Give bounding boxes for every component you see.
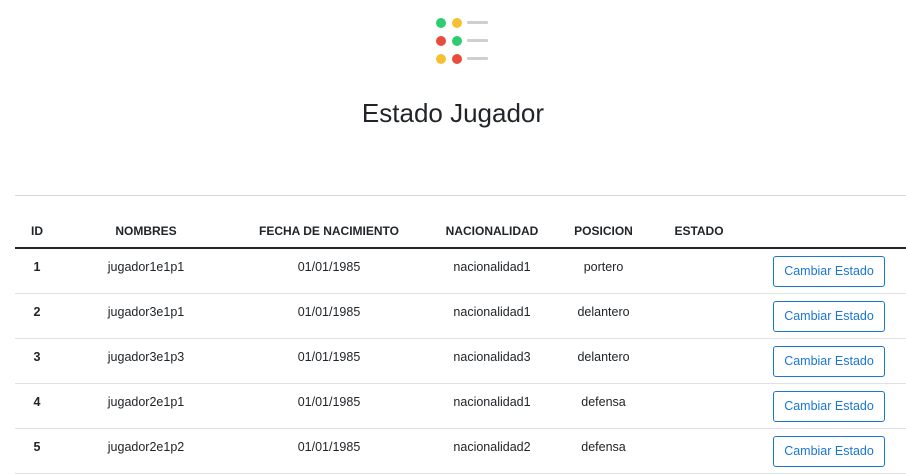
cell-nacionalidad-text: nacionalidad1	[453, 260, 531, 274]
column-header-nacionalidad: NACIONALIDAD	[425, 214, 559, 249]
cell-estado	[648, 383, 750, 429]
cell-id-text: 2	[33, 305, 41, 319]
cambiar-estado-button[interactable]: Cambiar Estado	[773, 436, 885, 467]
table-row: 4 jugador2e1p1 01/01/1985 nacionalidad1 …	[15, 383, 906, 429]
cell-posicion: delantero	[559, 293, 648, 339]
logo-dot	[452, 54, 462, 64]
cell-nacionalidad: nacionalidad1	[425, 383, 559, 429]
table-row: 2 jugador3e1p1 01/01/1985 nacionalidad1 …	[15, 293, 906, 339]
cell-posicion: delantero	[559, 338, 648, 384]
cell-nombres-text: jugador2e1p2	[107, 440, 185, 454]
cell-estado	[648, 428, 750, 474]
cell-posicion: defensa	[559, 428, 648, 474]
cell-fecha: 01/01/1985	[233, 248, 425, 294]
cell-fecha-text: 01/01/1985	[297, 350, 361, 364]
cell-fecha: 01/01/1985	[233, 428, 425, 474]
cambiar-estado-button[interactable]: Cambiar Estado	[773, 346, 885, 377]
logo-bar	[467, 21, 488, 24]
column-header-actions	[750, 214, 906, 249]
cell-fecha-text: 01/01/1985	[297, 260, 361, 274]
page-title: Estado Jugador	[361, 98, 545, 128]
cell-nombres: jugador3e1p3	[59, 338, 233, 384]
column-header-posicion: POSICION	[559, 214, 648, 249]
cell-fecha-text: 01/01/1985	[297, 305, 361, 319]
logo-dot	[452, 36, 462, 46]
logo-bar	[467, 39, 488, 42]
cambiar-estado-button[interactable]: Cambiar Estado	[773, 256, 885, 287]
players-table-container: ID NOMBRES FECHA DE NACIMIENTO NACIONALI…	[15, 214, 906, 474]
cell-estado-text	[648, 339, 750, 350]
logo-dot	[436, 18, 446, 28]
cell-id: 1	[15, 248, 59, 294]
cell-nacionalidad: nacionalidad1	[425, 248, 559, 294]
cell-nombres-text: jugador1e1p1	[107, 260, 185, 274]
cell-nacionalidad: nacionalidad3	[425, 338, 559, 384]
cell-id: 2	[15, 293, 59, 339]
cell-estado	[648, 248, 750, 294]
cell-estado-text	[648, 294, 750, 305]
cell-nombres: jugador1e1p1	[59, 248, 233, 294]
cell-fecha: 01/01/1985	[233, 338, 425, 384]
cell-estado	[648, 338, 750, 384]
column-header-id: ID	[15, 214, 59, 249]
cell-nombres: jugador2e1p2	[59, 428, 233, 474]
cell-id-text: 1	[33, 260, 41, 274]
cell-nacionalidad: nacionalidad2	[425, 428, 559, 474]
column-header-fecha-nacimiento: FECHA DE NACIMIENTO	[233, 214, 425, 249]
cell-posicion: defensa	[559, 383, 648, 429]
cell-id: 5	[15, 428, 59, 474]
cell-estado	[648, 293, 750, 339]
cell-action: Cambiar Estado	[750, 383, 906, 429]
cell-nombres: jugador2e1p1	[59, 383, 233, 429]
cell-nombres: jugador3e1p1	[59, 293, 233, 339]
list-logo-icon	[436, 18, 488, 64]
cell-nacionalidad-text: nacionalidad3	[453, 350, 531, 364]
column-header-estado: ESTADO	[648, 214, 750, 249]
cell-id: 3	[15, 338, 59, 384]
cell-posicion-text: delantero	[577, 350, 630, 364]
logo-dot	[436, 36, 446, 46]
cell-estado-text	[648, 249, 750, 260]
cell-action: Cambiar Estado	[750, 293, 906, 339]
cell-id-text: 5	[33, 440, 41, 454]
cell-fecha-text: 01/01/1985	[297, 440, 361, 454]
logo-dot	[436, 54, 446, 64]
cell-estado-text	[648, 384, 750, 395]
cell-posicion: portero	[559, 248, 648, 294]
logo-dot	[452, 18, 462, 28]
table-row: 1 jugador1e1p1 01/01/1985 nacionalidad1 …	[15, 248, 906, 294]
cambiar-estado-button[interactable]: Cambiar Estado	[773, 301, 885, 332]
cell-action: Cambiar Estado	[750, 428, 906, 474]
cell-fecha-text: 01/01/1985	[297, 395, 361, 409]
cell-posicion-text: portero	[583, 260, 624, 274]
table-row: 3 jugador3e1p3 01/01/1985 nacionalidad3 …	[15, 338, 906, 384]
cell-nombres-text: jugador2e1p1	[107, 395, 185, 409]
table-row: 5 jugador2e1p2 01/01/1985 nacionalidad2 …	[15, 428, 906, 474]
cell-posicion-text: delantero	[577, 305, 630, 319]
cell-id-text: 3	[33, 350, 41, 364]
column-header-nombres: NOMBRES	[59, 214, 233, 249]
cell-id: 4	[15, 383, 59, 429]
cell-nombres-text: jugador3e1p1	[107, 305, 185, 319]
cell-nacionalidad-text: nacionalidad2	[453, 440, 531, 454]
cell-id-text: 4	[33, 395, 41, 409]
cambiar-estado-button[interactable]: Cambiar Estado	[773, 391, 885, 422]
cell-posicion-text: defensa	[581, 440, 626, 454]
players-table: ID NOMBRES FECHA DE NACIMIENTO NACIONALI…	[15, 214, 906, 474]
cell-fecha: 01/01/1985	[233, 383, 425, 429]
cell-nombres-text: jugador3e1p3	[107, 350, 185, 364]
cell-action: Cambiar Estado	[750, 338, 906, 384]
cell-nacionalidad-text: nacionalidad1	[453, 395, 531, 409]
divider	[15, 195, 906, 196]
logo-bar	[467, 57, 488, 60]
table-header-row: ID NOMBRES FECHA DE NACIMIENTO NACIONALI…	[15, 214, 906, 249]
cell-nacionalidad: nacionalidad1	[425, 293, 559, 339]
cell-nacionalidad-text: nacionalidad1	[453, 305, 531, 319]
cell-action: Cambiar Estado	[750, 248, 906, 294]
cell-estado-text	[648, 429, 750, 440]
cell-posicion-text: defensa	[581, 395, 626, 409]
cell-fecha: 01/01/1985	[233, 293, 425, 339]
